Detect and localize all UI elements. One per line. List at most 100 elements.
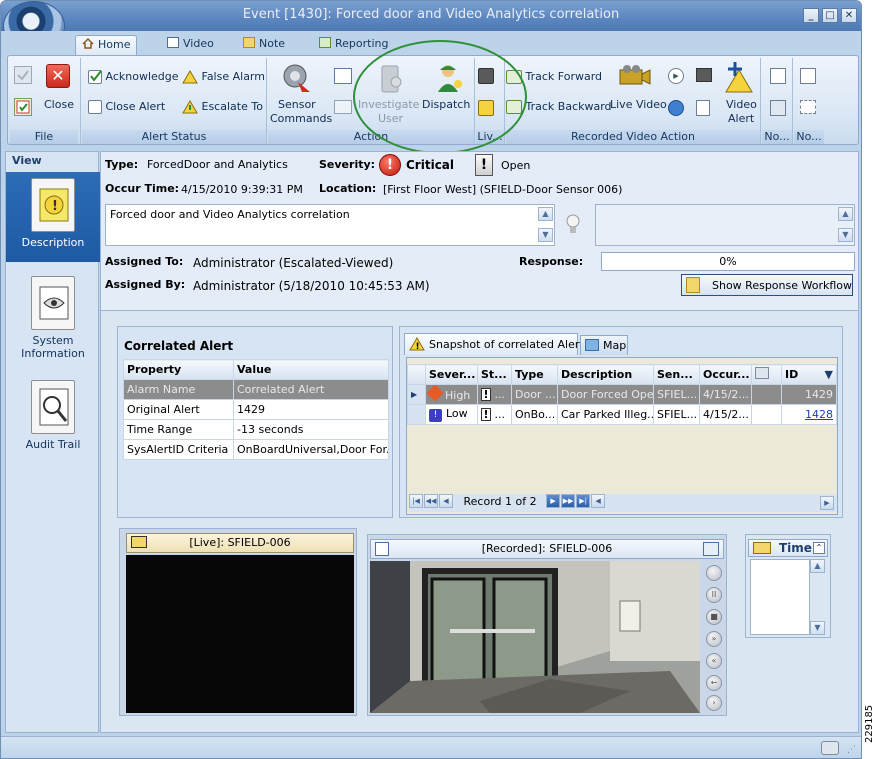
prev-record-button[interactable]: ◀ — [439, 494, 453, 508]
tab-note[interactable]: Note — [237, 35, 291, 55]
minimize-button[interactable]: _ — [803, 8, 819, 23]
scroll-left-button[interactable]: ◀ — [591, 494, 606, 508]
acknowledge-button[interactable]: Acknowledge — [88, 70, 179, 84]
live-video-button[interactable]: Live Video — [610, 98, 667, 111]
description-column-header[interactable]: Description — [557, 364, 654, 385]
recorded-video-panel: [Recorded]: SFIELD-006 II ■ » « ← › — [367, 534, 727, 716]
time-list[interactable] — [750, 559, 810, 635]
close-button[interactable]: Close — [44, 98, 74, 111]
escalate-to-button[interactable]: Escalate To — [182, 100, 263, 114]
id-link[interactable]: 1428 — [781, 404, 837, 425]
time-scroll-down[interactable]: ▼ — [810, 621, 825, 635]
video-alert-label-2[interactable]: Alert — [728, 112, 754, 125]
attachment-column-header[interactable] — [751, 364, 782, 385]
video-rewind-button[interactable]: « — [706, 653, 722, 669]
property-column-header[interactable]: Property — [123, 359, 234, 380]
ribbon-divider — [266, 58, 267, 144]
video-record-button[interactable] — [706, 565, 722, 581]
note-copy-icon[interactable] — [800, 68, 816, 84]
description-textbox[interactable]: Forced door and Video Analytics correlat… — [105, 204, 555, 246]
nav-system-information[interactable]: System Information — [6, 270, 100, 360]
value-column-header[interactable]: Value — [233, 359, 389, 380]
table-row[interactable]: ! Low ! ... OnBo... Car Parked Illeg... S… — [407, 404, 837, 425]
status-cell: ! ... — [477, 384, 512, 405]
table-row[interactable]: SysAlertID Criteria OnBoardUniversal,Doo… — [123, 439, 389, 460]
sensor-commands-button[interactable]: Sensor — [278, 98, 316, 111]
recorded-video-feed[interactable] — [370, 561, 700, 713]
nav-audit-trail[interactable]: Audit Trail — [6, 374, 100, 454]
stop-icon[interactable] — [668, 100, 684, 116]
record-counter: Record 1 of 2 — [463, 494, 537, 508]
tab-snapshot[interactable]: ! Snapshot of correlated Alerts — [404, 333, 589, 355]
close-window-button[interactable]: ✕ — [841, 8, 857, 23]
live-video-feed[interactable] — [126, 555, 354, 713]
table-row[interactable]: Original Alert 1429 — [123, 399, 389, 420]
video-alert-label-1[interactable]: Video — [726, 98, 757, 111]
sensor-column-header[interactable]: Sen... — [653, 364, 700, 385]
occur-cell: 4/15/2... — [699, 404, 752, 425]
response-scroll-down[interactable]: ▼ — [838, 228, 853, 242]
image-small-icon[interactable] — [334, 100, 352, 114]
document-icon[interactable] — [696, 100, 710, 116]
checkmark-grey-icon[interactable] — [14, 66, 32, 84]
save-close-icon[interactable] — [14, 98, 32, 116]
tab-map-label: Map — [603, 339, 627, 352]
status-column-header[interactable]: St... — [477, 364, 512, 385]
false-alarm-button[interactable]: False Alarm — [182, 70, 265, 84]
lightbulb-icon[interactable] — [566, 214, 580, 234]
table-row[interactable]: ▶ High ! ... Door ... Door Forced Open S… — [407, 384, 837, 405]
prev-page-button[interactable]: ◀◀ — [424, 494, 438, 508]
nav-description[interactable]: ! Description — [6, 172, 100, 262]
close-alert-button[interactable]: Close Alert — [88, 100, 165, 114]
description-scroll-down[interactable]: ▼ — [538, 228, 553, 242]
next-page-button[interactable]: ▶▶ — [561, 494, 576, 508]
occur-column-header[interactable]: Occur... — [699, 364, 752, 385]
close-x-icon[interactable]: ✕ — [46, 64, 70, 88]
tab-home[interactable]: Home — [75, 35, 138, 55]
note-frame-icon[interactable] — [800, 100, 816, 114]
response-notes-textbox[interactable]: ▲ ▼ — [595, 204, 855, 246]
maximize-button[interactable]: □ — [822, 8, 838, 23]
table-row[interactable]: Alarm Name Correlated Alert — [123, 379, 389, 400]
video-back-button[interactable]: ← — [706, 675, 722, 691]
video-pause-button[interactable]: II — [706, 587, 722, 603]
status-printer-icon[interactable] — [821, 741, 839, 755]
sensor-commands-icon[interactable] — [280, 62, 312, 94]
response-scroll-up[interactable]: ▲ — [838, 207, 853, 221]
table-row[interactable]: Time Range -13 seconds — [123, 419, 389, 440]
tab-video[interactable]: Video — [161, 35, 220, 55]
group-file-label: File — [10, 130, 78, 144]
video-alert-icon[interactable] — [724, 62, 754, 94]
snapshot-camera-icon[interactable] — [696, 68, 712, 82]
severity-column-header[interactable]: Sever... — [425, 364, 478, 385]
status-cell-text: ... — [494, 408, 506, 421]
workflow-button-label: Show Response Workflow — [712, 279, 853, 292]
row-indicator-header — [407, 364, 426, 385]
collapse-icon[interactable]: ⌃ — [813, 542, 825, 554]
scroll-right-button[interactable]: ▶ — [820, 496, 834, 510]
description-scroll-up[interactable]: ▲ — [538, 207, 553, 221]
property-cell: Time Range — [123, 419, 234, 440]
tab-map[interactable]: Map — [580, 335, 628, 355]
escalate-to-label: Escalate To — [201, 100, 263, 113]
note-image-icon[interactable] — [770, 100, 786, 116]
video-fast-forward-button[interactable]: » — [706, 631, 722, 647]
video-next-button[interactable]: › — [706, 695, 722, 711]
show-response-workflow-button[interactable]: Show Response Workflow — [681, 274, 853, 296]
id-column-header-label: ID — [785, 368, 799, 381]
live-video-icon[interactable] — [618, 64, 652, 88]
first-record-button[interactable]: |◀ — [409, 494, 423, 508]
play-icon[interactable]: ▶ — [668, 68, 684, 84]
id-column-header[interactable]: ID ▼ — [781, 364, 837, 385]
property-cell: Original Alert — [123, 399, 234, 420]
time-scroll-up[interactable]: ▲ — [810, 559, 825, 573]
image-icon[interactable] — [334, 68, 352, 84]
new-note-icon[interactable] — [770, 68, 786, 84]
video-edit-icon[interactable] — [703, 542, 719, 556]
last-record-button[interactable]: ▶| — [576, 494, 591, 508]
resize-grip-icon[interactable]: ⋰ — [847, 745, 856, 755]
type-column-header[interactable]: Type — [511, 364, 558, 385]
sensor-commands-label-2: Commands — [270, 112, 333, 125]
video-stop-button[interactable]: ■ — [706, 609, 722, 625]
next-record-button[interactable]: ▶ — [546, 494, 561, 508]
